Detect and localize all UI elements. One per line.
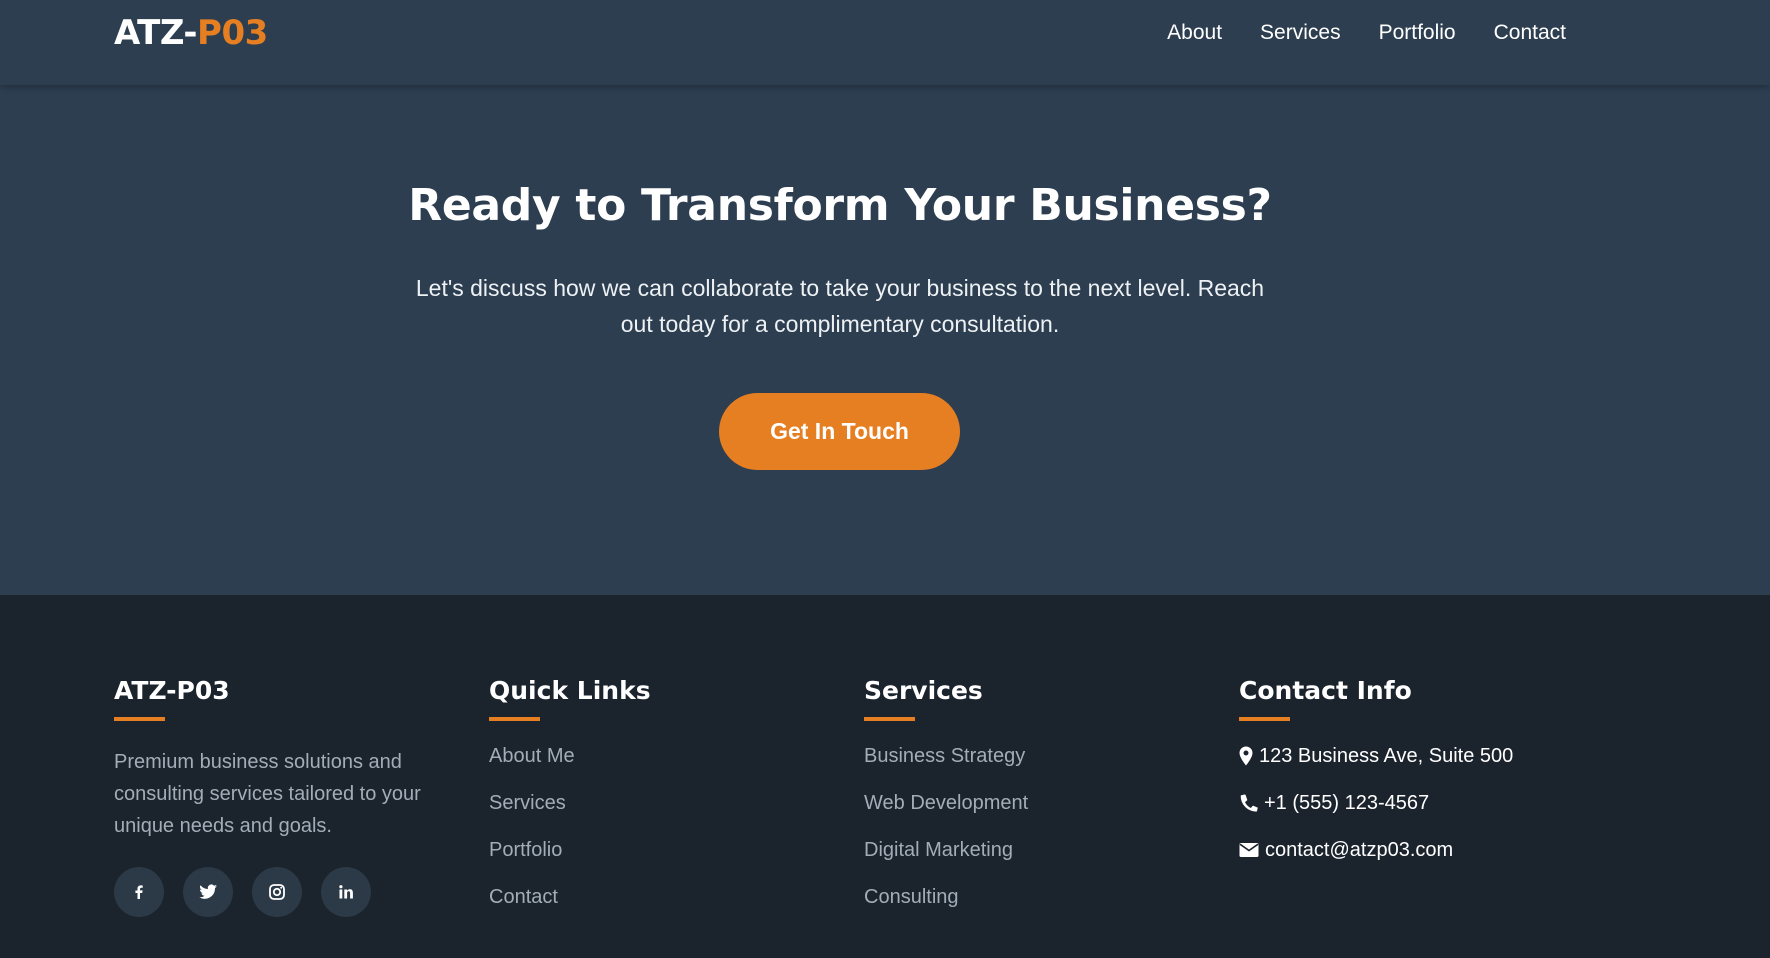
footer-link-contact[interactable]: Contact — [489, 886, 558, 908]
list-item: Contact — [489, 884, 651, 910]
phone-icon — [1240, 793, 1258, 812]
heading-underline — [114, 717, 165, 721]
service-link-business-strategy[interactable]: Business Strategy — [864, 745, 1025, 767]
contact-info-title: Contact Info — [1239, 676, 1412, 705]
list-item: Services — [489, 790, 651, 816]
phone-text: +1 (555) 123-4567 — [1264, 792, 1430, 814]
twitter-icon[interactable] — [183, 867, 233, 917]
quick-links-title: Quick Links — [489, 676, 651, 705]
list-item: Web Development — [864, 790, 1028, 816]
footer-link-portfolio[interactable]: Portfolio — [489, 839, 562, 861]
logo-main-text: ATZ- — [114, 13, 198, 53]
linkedin-icon[interactable] — [321, 867, 371, 917]
footer-brand-title: ATZ-P03 — [114, 676, 230, 705]
footer-brand-column: ATZ-P03 Premium business solutions and c… — [114, 675, 444, 917]
instagram-icon[interactable] — [252, 867, 302, 917]
cta-description: Let's discuss how we can collaborate to … — [415, 275, 1265, 337]
map-marker-icon — [1239, 746, 1253, 766]
contact-email: contact@atzp03.com — [1239, 837, 1513, 863]
get-in-touch-button[interactable]: Get In Touch — [719, 393, 960, 470]
list-item: Business Strategy — [864, 743, 1028, 769]
list-item: Digital Marketing — [864, 837, 1028, 863]
footer-brand-description: Premium business solutions and consultin… — [114, 751, 421, 837]
services-title: Services — [864, 676, 983, 705]
address-text: 123 Business Ave, Suite 500 — [1259, 745, 1514, 767]
main-nav: About Services Portfolio Contact — [1167, 20, 1566, 46]
heading-underline — [864, 717, 915, 721]
contact-list: 123 Business Ave, Suite 500 +1 (555) 123… — [1239, 743, 1513, 863]
footer-contact-column: Contact Info 123 Business Ave, Suite 500… — [1239, 675, 1513, 884]
logo-accent-text: P03 — [197, 13, 268, 53]
heading-underline — [489, 717, 540, 721]
facebook-icon[interactable] — [114, 867, 164, 917]
list-item: Consulting — [864, 884, 1028, 910]
site-header: ATZ-P03 About Services Portfolio Contact — [0, 0, 1770, 85]
service-link-consulting[interactable]: Consulting — [864, 886, 959, 908]
quick-links-list: About Me Services Portfolio Contact — [489, 743, 651, 910]
nav-contact[interactable]: Contact — [1494, 20, 1566, 46]
service-link-web-development[interactable]: Web Development — [864, 792, 1028, 814]
footer-services-column: Services Business Strategy Web Developme… — [864, 675, 1028, 931]
envelope-icon — [1239, 843, 1259, 857]
site-logo[interactable]: ATZ-P03 — [114, 12, 268, 54]
contact-address: 123 Business Ave, Suite 500 — [1239, 743, 1513, 769]
nav-services[interactable]: Services — [1260, 20, 1341, 46]
footer-link-services[interactable]: Services — [489, 792, 566, 814]
nav-portfolio[interactable]: Portfolio — [1379, 20, 1456, 46]
nav-about[interactable]: About — [1167, 20, 1222, 46]
email-text[interactable]: contact@atzp03.com — [1265, 837, 1453, 863]
list-item: About Me — [489, 743, 651, 769]
list-item: Portfolio — [489, 837, 651, 863]
social-links — [114, 867, 444, 917]
footer-quick-links-column: Quick Links About Me Services Portfolio … — [489, 675, 651, 931]
service-link-digital-marketing[interactable]: Digital Marketing — [864, 839, 1013, 861]
contact-phone: +1 (555) 123-4567 — [1239, 790, 1513, 816]
services-list: Business Strategy Web Development Digita… — [864, 743, 1028, 910]
site-footer: ATZ-P03 Premium business solutions and c… — [0, 595, 1770, 958]
cta-title: Ready to Transform Your Business? — [408, 180, 1272, 231]
cta-section: Ready to Transform Your Business? Let's … — [0, 85, 1770, 595]
footer-link-about-me[interactable]: About Me — [489, 745, 575, 767]
heading-underline — [1239, 717, 1290, 721]
